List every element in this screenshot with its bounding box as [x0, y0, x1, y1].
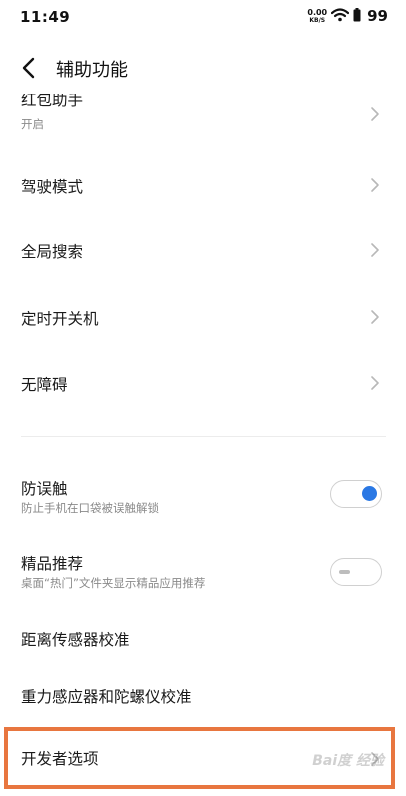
list-item-anti-mistouch: 防误触 防止手机在口袋被误触解锁 [0, 468, 406, 524]
network-speed: 0.00 KB/S [307, 7, 328, 24]
battery-icon [353, 7, 361, 26]
row-label: 开发者选项 [21, 750, 99, 768]
row-subtitle: 桌面“热门”文件夹显示精品应用推荐 [21, 576, 206, 590]
recommended-apps-toggle[interactable] [330, 558, 382, 586]
row-label: 驾驶模式 [21, 178, 84, 196]
list-item-red-packet-assistant[interactable]: 红包助手 开启 [0, 92, 406, 136]
list-item-recommended-apps: 精品推荐 桌面“热门”文件夹显示精品应用推荐 [0, 545, 406, 601]
network-speed-value: 0.00 [307, 7, 328, 17]
list-item-proximity-calibration[interactable]: 距离传感器校准 [0, 614, 406, 664]
list-item-scheduled-power[interactable]: 定时开关机 [0, 292, 406, 342]
chevron-right-icon [371, 107, 379, 121]
row-subtitle: 开启 [21, 117, 44, 131]
chevron-right-icon [371, 178, 379, 192]
chevron-right-icon [371, 243, 379, 257]
status-icons: 0.00 KB/S 99 [307, 6, 388, 26]
anti-mistouch-toggle[interactable] [330, 480, 382, 508]
chevron-right-icon [371, 752, 379, 766]
wifi-icon [331, 7, 350, 26]
list-item-driving-mode[interactable]: 驾驶模式 [0, 160, 406, 210]
list-item-developer-options[interactable]: 开发者选项 [0, 731, 406, 785]
chevron-right-icon [371, 376, 379, 390]
toggle-knob [339, 569, 350, 574]
battery-percentage: 99 [367, 7, 388, 25]
header: 辅助功能 [0, 44, 406, 92]
status-time: 11:49 [20, 8, 71, 26]
row-subtitle: 防止手机在口袋被误触解锁 [21, 501, 159, 515]
back-arrow-icon [22, 57, 35, 79]
page-title: 辅助功能 [56, 60, 128, 81]
toggle-knob [362, 486, 377, 501]
network-speed-unit: KB/S [309, 16, 326, 24]
back-button[interactable] [12, 52, 44, 84]
list-item-gravity-gyro-calibration[interactable]: 重力感应器和陀螺仪校准 [0, 680, 406, 730]
row-label: 距离传感器校准 [21, 631, 130, 649]
chevron-right-icon [371, 310, 379, 324]
row-label: 精品推荐 [21, 555, 84, 573]
status-bar: 11:49 0.00 KB/S 99 [0, 0, 406, 34]
row-label: 定时开关机 [21, 310, 99, 328]
row-label: 无障碍 [21, 376, 68, 394]
row-label: 防误触 [21, 480, 68, 498]
row-label: 红包助手 [21, 91, 84, 109]
row-label: 全局搜索 [21, 243, 84, 261]
row-label: 重力感应器和陀螺仪校准 [21, 688, 192, 706]
section-divider [21, 436, 386, 437]
list-item-accessibility[interactable]: 无障碍 [0, 358, 406, 408]
list-item-global-search[interactable]: 全局搜索 [0, 226, 406, 276]
